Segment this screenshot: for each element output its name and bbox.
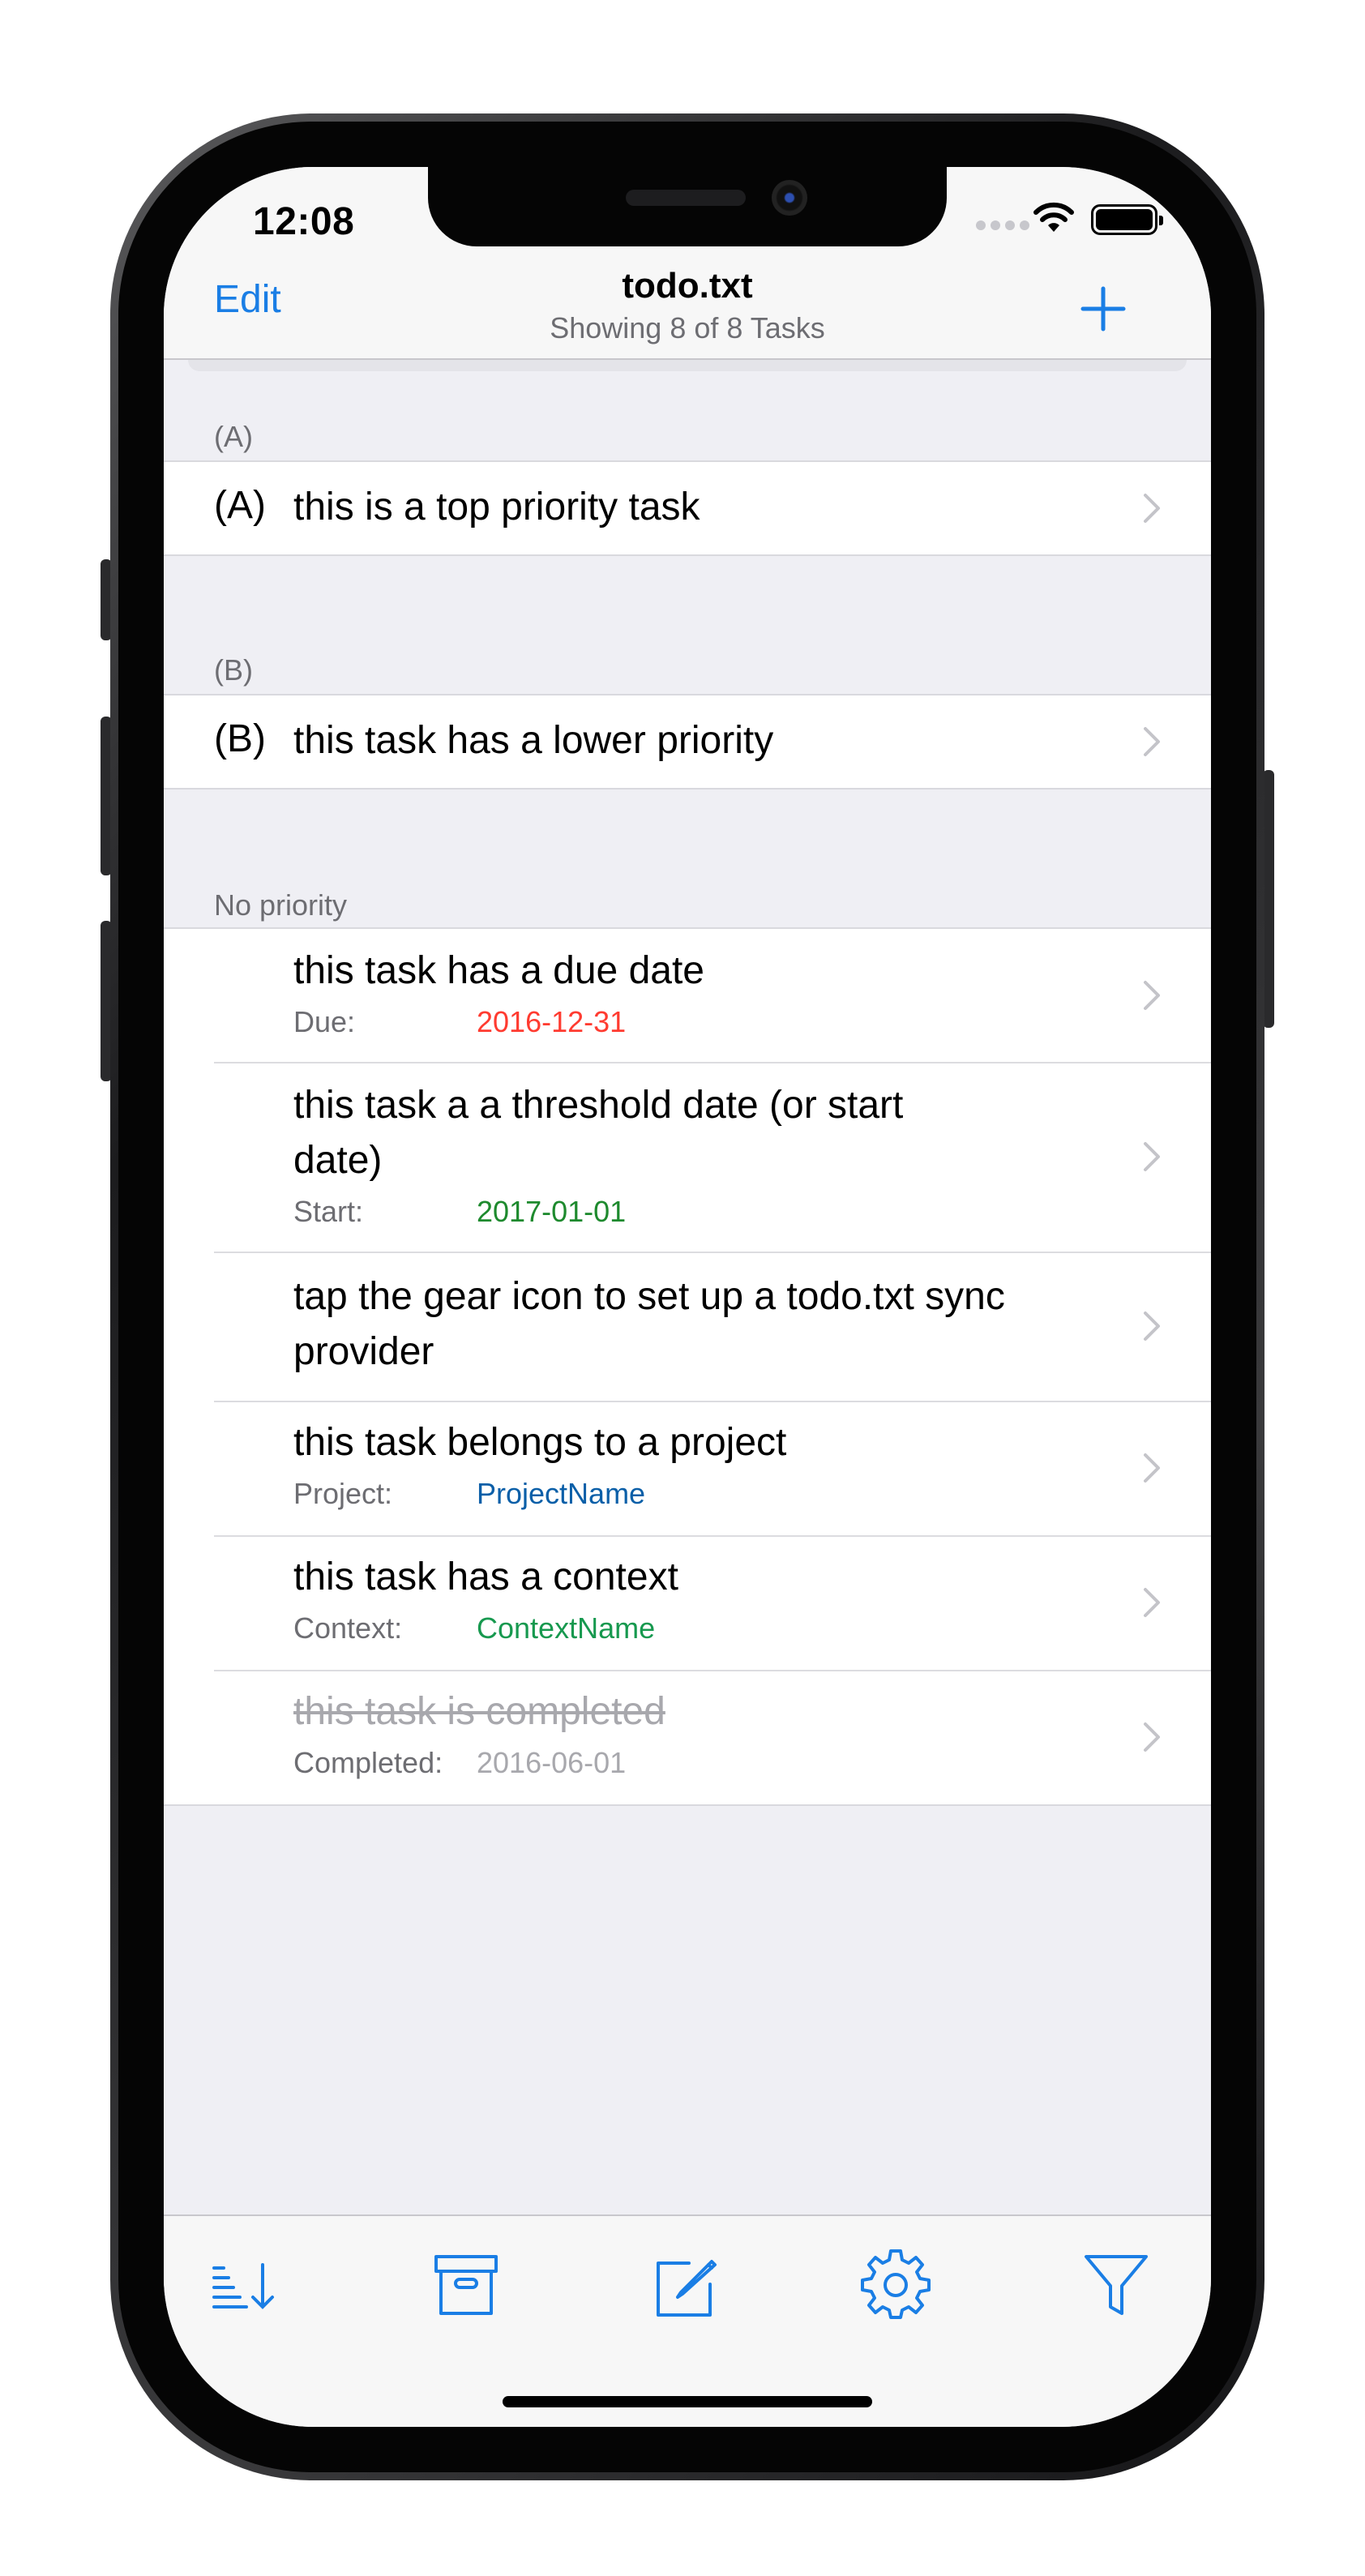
- task-row-completed[interactable]: this task is completed Completed: 2016-0…: [164, 1670, 1211, 1804]
- task-text: this task has a lower priority: [293, 719, 774, 762]
- task-row[interactable]: this task belongs to a project Project: …: [164, 1401, 1211, 1535]
- cellular-signal-icon: [976, 220, 1029, 230]
- project-label: Project:: [293, 1477, 393, 1510]
- completed-date-value: 2016-06-01: [477, 1746, 627, 1779]
- context-label: Context:: [293, 1611, 403, 1645]
- task-row[interactable]: this task has a due date Due: 2016-12-31: [164, 929, 1211, 1062]
- chevron-right-icon: [1144, 727, 1160, 756]
- chevron-right-icon: [1144, 1453, 1160, 1483]
- wifi-icon: [1033, 202, 1074, 232]
- project-value: ProjectName: [477, 1477, 646, 1510]
- task-row[interactable]: tap the gear icon to set up a todo.txt s…: [164, 1252, 1211, 1401]
- pull-to-search-hint: [188, 360, 1187, 371]
- status-time: 12:08: [253, 200, 355, 243]
- chevron-right-icon: [1144, 1588, 1160, 1617]
- task-text: this task belongs to a project: [293, 1421, 787, 1464]
- notch: [428, 167, 947, 246]
- task-row[interactable]: (B) this task has a lower priority: [164, 695, 1211, 788]
- add-task-button[interactable]: [1080, 285, 1127, 332]
- gear-icon[interactable]: [859, 2249, 932, 2321]
- task-text: this task is completed: [293, 1690, 665, 1733]
- navigation-bar: Edit todo.txt Showing 8 of 8 Tasks: [164, 248, 1211, 360]
- compose-icon[interactable]: [650, 2249, 723, 2321]
- section-group-b: (B) this task has a lower priority: [164, 694, 1211, 789]
- phone-bezel: 12:08 Edit todo.txt Showing 8 of 8 Tasks: [118, 122, 1256, 2472]
- section-header-no-priority: No priority: [214, 888, 348, 922]
- chevron-right-icon: [1144, 981, 1160, 1010]
- due-label: Due:: [293, 1005, 356, 1038]
- start-date-value: 2017-01-01: [477, 1195, 627, 1228]
- speaker-grille: [626, 190, 746, 206]
- task-row[interactable]: (A) this is a top priority task: [164, 462, 1211, 554]
- front-camera: [772, 180, 807, 216]
- task-count-subtitle: Showing 8 of 8 Tasks: [550, 311, 825, 344]
- task-text: this is a top priority task: [293, 486, 700, 528]
- battery-icon: [1091, 204, 1163, 235]
- completed-label: Completed:: [293, 1746, 443, 1779]
- archive-icon[interactable]: [430, 2249, 503, 2321]
- chevron-right-icon: [1144, 1722, 1160, 1752]
- task-priority: (B): [214, 717, 266, 760]
- chevron-right-icon: [1144, 494, 1160, 523]
- context-value: ContextName: [477, 1611, 656, 1645]
- task-row[interactable]: this task has a context Context: Context…: [164, 1535, 1211, 1670]
- filter-icon[interactable]: [1080, 2249, 1153, 2321]
- section-group-no-priority: this task has a due date Due: 2016-12-31…: [164, 927, 1211, 1806]
- section-header-a: (A): [214, 420, 253, 453]
- phone-frame: 12:08 Edit todo.txt Showing 8 of 8 Tasks: [110, 113, 1264, 2480]
- task-text: tap the gear icon to set up a todo.txt s…: [293, 1275, 1005, 1373]
- task-text: this task has a context: [293, 1555, 678, 1598]
- due-date-value: 2016-12-31: [477, 1005, 627, 1038]
- section-header-b: (B): [214, 653, 253, 687]
- task-text: this task has a due date: [293, 949, 704, 992]
- task-priority: (A): [214, 484, 266, 527]
- task-row[interactable]: this task a a threshold date (or start d…: [164, 1062, 1211, 1252]
- bottom-toolbar: [164, 2214, 1211, 2427]
- home-indicator: [503, 2396, 872, 2407]
- sort-icon[interactable]: [208, 2249, 280, 2321]
- screen: 12:08 Edit todo.txt Showing 8 of 8 Tasks: [164, 167, 1211, 2427]
- start-label: Start:: [293, 1195, 364, 1228]
- task-text: this task a a threshold date (or start d…: [293, 1084, 904, 1182]
- power-button: [1263, 770, 1274, 1028]
- chevron-right-icon: [1144, 1142, 1160, 1171]
- page-title: todo.txt: [622, 266, 753, 306]
- section-group-a: (A) this is a top priority task: [164, 460, 1211, 556]
- chevron-right-icon: [1144, 1312, 1160, 1341]
